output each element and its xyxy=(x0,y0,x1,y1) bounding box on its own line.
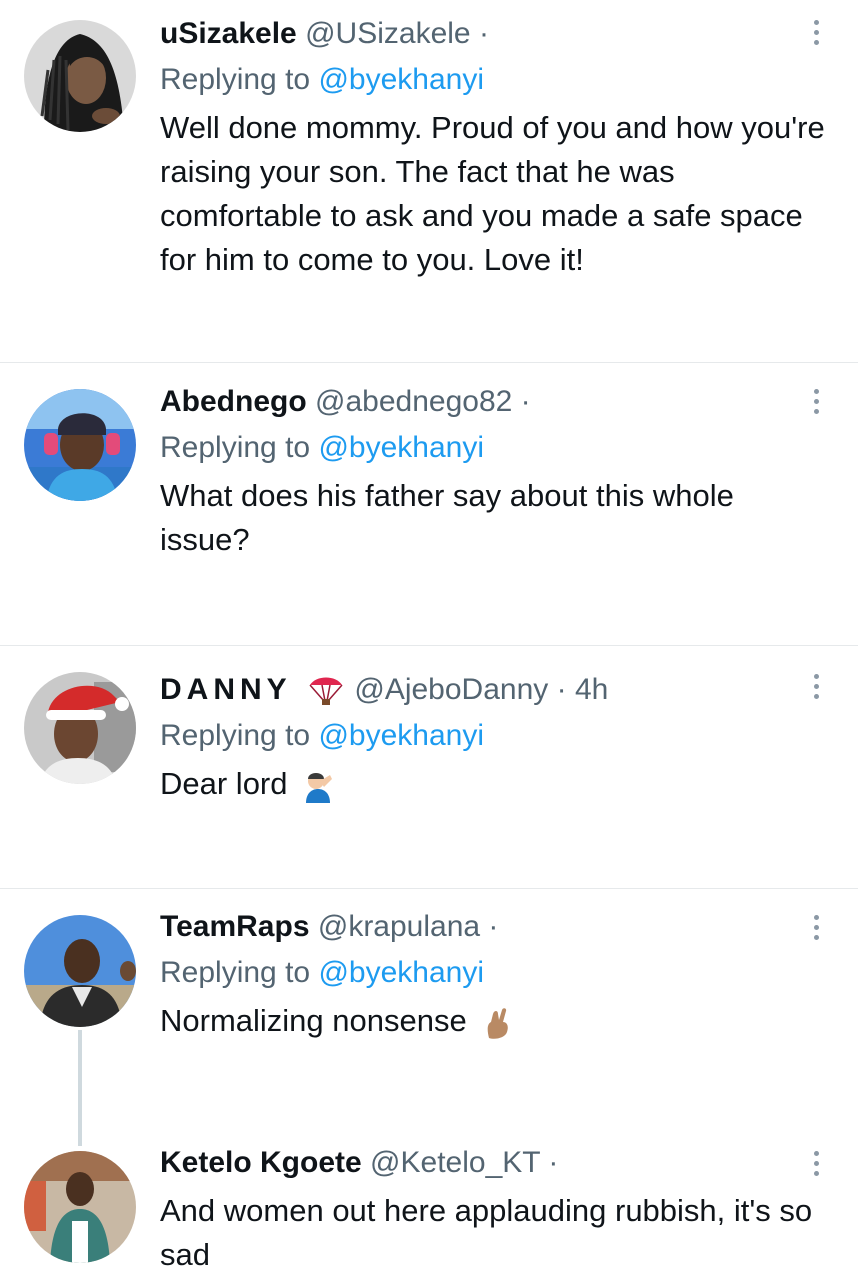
tweet[interactable]: uSizakele @USizakele · Replying to @byek… xyxy=(0,0,858,362)
tweet-header: DANNY @AjeboDanny · 4h xyxy=(160,672,828,708)
parachute-emoji xyxy=(306,675,346,707)
avatar[interactable] xyxy=(24,20,136,132)
tweet-header: TeamRaps @krapulana · xyxy=(160,909,828,945)
replying-to-label: Replying to xyxy=(160,63,311,96)
user-handle[interactable]: @krapulana xyxy=(318,910,480,943)
user-handle[interactable]: @Ketelo_KT xyxy=(370,1146,540,1179)
user-handle[interactable]: @abednego82 xyxy=(315,385,512,418)
separator-dot: · xyxy=(488,910,499,943)
man-facepalming-emoji xyxy=(302,769,336,803)
tweet-text: Well done mommy. Proud of you and how yo… xyxy=(160,110,825,277)
more-vertical-icon[interactable] xyxy=(814,1151,820,1181)
avatar-image xyxy=(24,20,136,132)
tweet[interactable]: TeamRaps @krapulana · Replying to @byekh… xyxy=(0,889,858,1125)
avatar[interactable] xyxy=(24,915,136,1027)
tweet-text: Normalizing nonsense xyxy=(160,1003,467,1038)
avatar-image xyxy=(24,1151,136,1263)
user-handle[interactable]: @USizakele xyxy=(305,17,471,50)
replying-to-mention[interactable]: @byekhanyi xyxy=(318,719,484,752)
replying-to-label: Replying to xyxy=(160,719,311,752)
replying-to-label: Replying to xyxy=(160,956,311,989)
replying-to-mention[interactable]: @byekhanyi xyxy=(318,956,484,989)
tweet[interactable]: Abednego @abednego82 · Replying to @byek… xyxy=(0,363,858,645)
tweet-time[interactable]: 4h xyxy=(575,673,608,706)
more-vertical-icon[interactable] xyxy=(814,20,820,50)
replying-to: Replying to @byekhanyi xyxy=(160,430,828,466)
tweet-header: uSizakele @USizakele · xyxy=(160,16,828,52)
avatar-image xyxy=(24,389,136,501)
more-vertical-icon[interactable] xyxy=(814,389,820,419)
tweet-header: Abednego @abednego82 · xyxy=(160,384,828,420)
avatar[interactable] xyxy=(24,672,136,784)
replying-to-mention[interactable]: @byekhanyi xyxy=(318,63,484,96)
tweet-header: Ketelo Kgoete @Ketelo_KT · xyxy=(160,1145,828,1181)
replying-to-label: Replying to xyxy=(160,431,311,464)
avatar[interactable] xyxy=(24,389,136,501)
user-handle[interactable]: @AjeboDanny xyxy=(354,673,548,706)
tweet-text: What does his father say about this whol… xyxy=(160,478,734,557)
avatar-image xyxy=(24,915,136,1027)
separator-dot: · xyxy=(520,385,531,418)
crossed-fingers-emoji xyxy=(481,1006,515,1040)
more-vertical-icon[interactable] xyxy=(814,915,820,945)
avatar-image xyxy=(24,672,136,784)
tweet-text: And women out here applauding rubbish, i… xyxy=(160,1193,813,1272)
replying-to: Replying to @byekhanyi xyxy=(160,62,828,98)
replying-to-mention[interactable]: @byekhanyi xyxy=(318,431,484,464)
user-display-name[interactable]: Abednego xyxy=(160,385,307,418)
avatar[interactable] xyxy=(24,1151,136,1263)
more-vertical-icon[interactable] xyxy=(814,674,820,704)
user-display-name[interactable]: uSizakele xyxy=(160,17,297,50)
tweet[interactable]: DANNY @AjeboDanny · 4h Replying to @byek… xyxy=(0,646,858,888)
user-display-name[interactable]: TeamRaps xyxy=(160,910,310,943)
separator-dot: · xyxy=(548,1146,559,1179)
replying-to: Replying to @byekhanyi xyxy=(160,955,828,991)
tweet-text-container: Dear lord xyxy=(160,762,828,806)
tweet-text-container: Normalizing nonsense xyxy=(160,999,828,1043)
tweet-text: Dear lord xyxy=(160,766,288,801)
user-display-name[interactable]: DANNY xyxy=(160,673,292,706)
user-display-name[interactable]: Ketelo Kgoete xyxy=(160,1146,362,1179)
separator-dot: · xyxy=(556,673,567,706)
replying-to: Replying to @byekhanyi xyxy=(160,718,828,754)
separator-dot: · xyxy=(478,17,489,50)
tweet[interactable]: Ketelo Kgoete @Ketelo_KT · And women out… xyxy=(0,1125,858,1280)
